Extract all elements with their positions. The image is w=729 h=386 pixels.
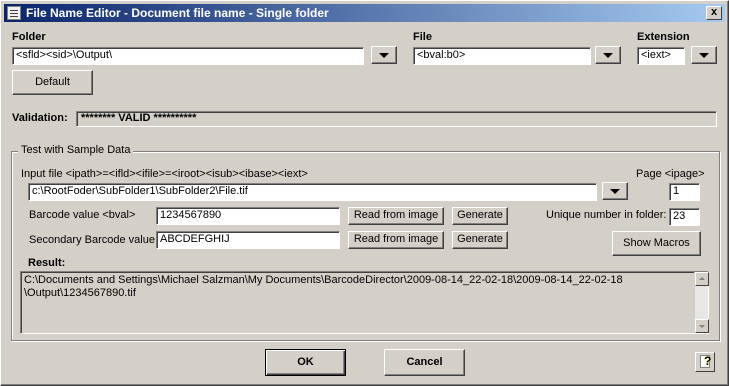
close-button[interactable]: x bbox=[706, 6, 722, 20]
extension-label: Extension bbox=[637, 31, 690, 43]
read-secondary-button[interactable]: Read from image bbox=[348, 231, 444, 249]
result-text-area[interactable]: C:\Documents and Settings\Michael Salzma… bbox=[20, 271, 709, 334]
generate-secondary-button[interactable]: Generate bbox=[452, 231, 508, 249]
app-icon bbox=[7, 6, 21, 20]
chevron-down-icon bbox=[603, 53, 613, 58]
file-input[interactable]: <bval:b0> bbox=[413, 47, 591, 65]
result-line: \Output\1234567890.tif bbox=[24, 287, 136, 299]
extension-dropdown-button[interactable] bbox=[691, 46, 717, 64]
result-scrollbar[interactable] bbox=[694, 272, 709, 333]
page-label: Page <ipage> bbox=[636, 168, 705, 180]
unique-number-label: Unique number in folder: bbox=[546, 209, 667, 221]
result-line: C:\Documents and Settings\Michael Salzma… bbox=[24, 274, 623, 286]
default-button[interactable]: Default bbox=[12, 70, 93, 95]
folder-input[interactable]: <sfld><sid>\Output\ bbox=[12, 47, 364, 65]
chevron-down-icon bbox=[379, 53, 389, 58]
help-button[interactable]: ? bbox=[695, 352, 715, 372]
file-label: File bbox=[413, 31, 432, 43]
secondary-barcode-input[interactable]: ABCDEFGHIJ bbox=[156, 231, 340, 249]
ok-button[interactable]: OK bbox=[265, 349, 346, 376]
validation-status: ******** VALID ********** bbox=[76, 111, 717, 127]
secondary-barcode-label: Secondary Barcode value bbox=[29, 234, 155, 246]
title-bar[interactable]: File Name Editor - Document file name - … bbox=[4, 4, 725, 22]
scroll-down-icon bbox=[699, 325, 705, 328]
barcode-input[interactable]: 1234567890 bbox=[156, 207, 340, 225]
read-barcode-button[interactable]: Read from image bbox=[348, 207, 444, 225]
input-file-field[interactable]: c:\RootFoder\SubFolder1\SubFolder2\File.… bbox=[28, 183, 597, 201]
close-icon: x bbox=[710, 6, 718, 18]
test-group-title: Test with Sample Data bbox=[18, 144, 134, 156]
scroll-up-icon bbox=[699, 277, 705, 280]
chevron-down-icon bbox=[699, 53, 709, 58]
input-file-label: Input file <ipath>=<ifld><ifile>=<iroot>… bbox=[21, 168, 308, 180]
file-dropdown-button[interactable] bbox=[595, 46, 621, 64]
scroll-up-button[interactable] bbox=[695, 272, 709, 286]
file-name-editor-window: File Name Editor - Document file name - … bbox=[0, 0, 729, 386]
window-title: File Name Editor - Document file name - … bbox=[26, 6, 329, 20]
folder-label: Folder bbox=[12, 31, 46, 43]
scroll-down-button[interactable] bbox=[695, 319, 709, 333]
folder-dropdown-button[interactable] bbox=[371, 46, 397, 64]
generate-barcode-button[interactable]: Generate bbox=[452, 207, 508, 225]
result-label: Result: bbox=[28, 257, 66, 269]
show-macros-button[interactable]: Show Macros bbox=[612, 231, 701, 256]
page-input[interactable]: 1 bbox=[669, 183, 700, 201]
cancel-button[interactable]: Cancel bbox=[384, 349, 465, 376]
unique-number-input[interactable]: 23 bbox=[669, 208, 700, 226]
validation-label: Validation: bbox=[12, 112, 68, 124]
chevron-down-icon bbox=[610, 189, 620, 194]
barcode-label: Barcode value <bval> bbox=[29, 209, 136, 221]
extension-input[interactable]: <iext> bbox=[637, 47, 685, 65]
input-file-dropdown-button[interactable] bbox=[602, 182, 628, 200]
